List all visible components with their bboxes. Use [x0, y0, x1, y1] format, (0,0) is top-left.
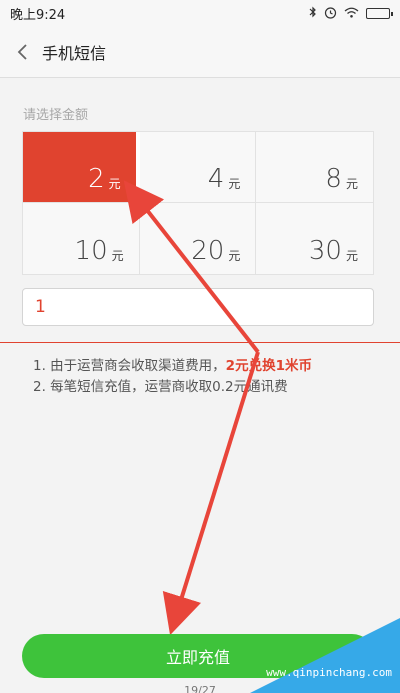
- amount-option-8[interactable]: 8元: [256, 132, 373, 203]
- amount-value: 8: [325, 164, 342, 194]
- amount-unit: 元: [108, 177, 121, 191]
- amount-unit: 元: [345, 249, 358, 263]
- amount-option-4[interactable]: 4元: [139, 132, 257, 203]
- note-line-1: 1. 由于运营商会收取渠道费用，2元兑换1米币: [33, 356, 312, 377]
- amount-value: 30: [308, 236, 342, 266]
- amount-section-label: 请选择金额: [23, 108, 89, 123]
- amount-unit: 元: [345, 177, 358, 191]
- amount-value: 2: [88, 164, 105, 194]
- status-time: 晚上9:24: [10, 7, 66, 23]
- status-bar: 晚上9:24: [0, 0, 400, 26]
- amount-value: 20: [191, 236, 225, 266]
- bluetooth-icon: [309, 6, 317, 20]
- status-icons: [309, 6, 393, 21]
- quantity-input[interactable]: [22, 288, 374, 326]
- amount-option-10[interactable]: 10 元: [23, 203, 140, 274]
- wifi-icon: [344, 7, 359, 20]
- note-line-1-text: 1. 由于运营商会收取渠道费用，: [33, 358, 226, 374]
- amount-option-30[interactable]: 30 元: [256, 203, 373, 274]
- recharge-now-button[interactable]: 立即充值: [22, 634, 374, 678]
- amount-value: 4: [207, 164, 225, 194]
- amount-option-2[interactable]: 2元: [23, 132, 140, 203]
- note-line-2: 2. 每笔短信充值，运营商收取0.2元通讯费: [33, 379, 288, 395]
- amount-unit: 元: [228, 177, 241, 191]
- recharge-notes: 1. 由于运营商会收取渠道费用，2元兑换1米币 2. 每笔短信充值，运营商收取0…: [33, 356, 312, 398]
- amount-unit: 元: [228, 249, 241, 263]
- nav-bar: 手机短信: [0, 26, 400, 78]
- alarm-icon: [324, 6, 337, 21]
- amount-value: 10: [74, 236, 108, 266]
- amount-grid: 2元 4元 8元 10 元 20 元 30 元: [22, 131, 374, 275]
- amount-option-20[interactable]: 20 元: [139, 203, 257, 274]
- back-arrow-icon[interactable]: [2, 26, 42, 78]
- note-line-1-highlight: 2元兑换1米币: [225, 358, 312, 374]
- battery-icon: [366, 7, 393, 19]
- page-title: 手机短信: [42, 43, 107, 63]
- amount-unit: 元: [111, 249, 124, 263]
- page-indicator: 19/27: [184, 684, 216, 693]
- annotation-divider: [0, 342, 400, 343]
